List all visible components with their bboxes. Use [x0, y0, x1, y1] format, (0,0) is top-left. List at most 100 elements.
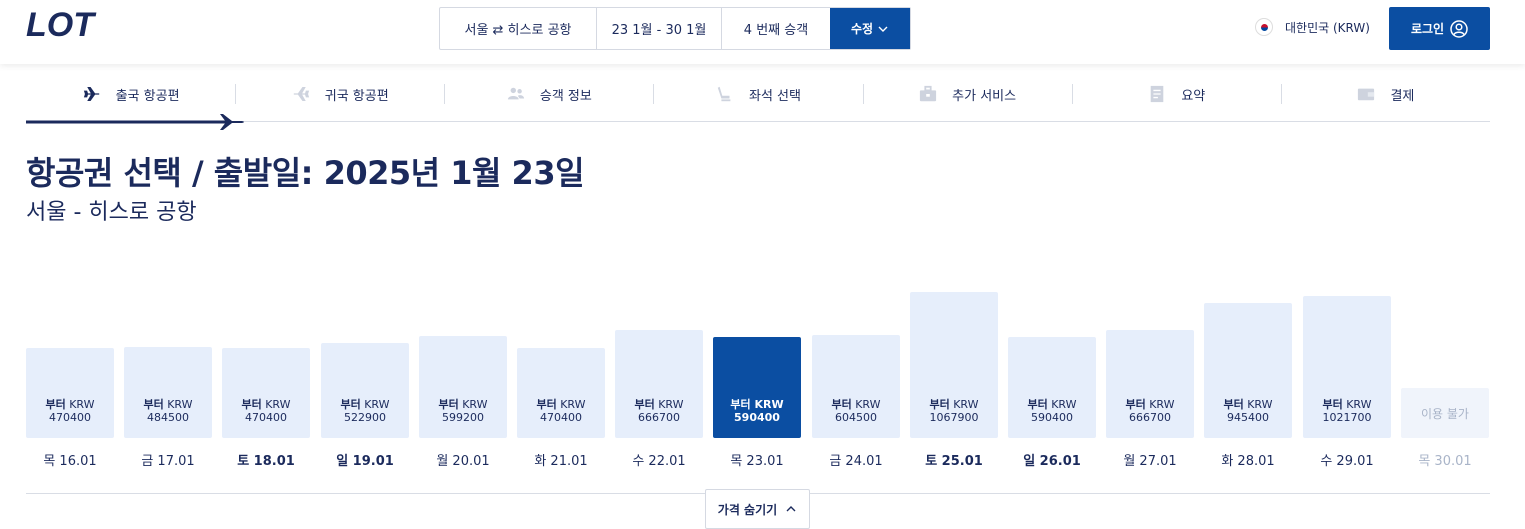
step-passengers: 승객 정보 — [444, 74, 653, 114]
day-date-label: 목 30.01 — [1418, 454, 1472, 469]
hide-prices-label: 가격 숨기기 — [717, 502, 778, 517]
from-currency-label: 부터 KRW — [831, 397, 881, 411]
step-progress-indicator — [26, 114, 244, 130]
price-value: 604500 — [835, 410, 877, 424]
from-currency-label: 부터 KRW — [929, 398, 979, 411]
price-day-bar[interactable]: 부터 KRW 599200 — [419, 335, 507, 438]
step-label: 결제 — [1390, 88, 1415, 104]
from-currency-label: 부터 KRW — [730, 397, 784, 411]
day-date-label: 월 20.01 — [436, 454, 490, 469]
chevron-up-icon — [786, 506, 796, 512]
unavailable-label: 이용 불가 — [1421, 406, 1469, 421]
price-day-bar[interactable]: 부터 KRW 1021700 — [1303, 296, 1391, 438]
day-date-label: 토 18.01 — [237, 454, 295, 469]
step-payment: 결제 — [1280, 74, 1490, 114]
from-currency-label: 부터 KRW — [438, 397, 488, 411]
page-title: 항공권 선택 / 출발일: 2025년 1월 23일 — [26, 154, 585, 192]
price-value: 1021700 — [1322, 410, 1372, 424]
from-currency-label: 부터 KRW — [1027, 397, 1077, 411]
briefcase-icon — [918, 84, 938, 104]
price-day-bar[interactable]: 부터 KRW 945400 — [1204, 303, 1292, 438]
user-icon — [1450, 19, 1468, 38]
price-day-bar: 이용 불가 — [1401, 388, 1489, 438]
seat-icon — [715, 84, 735, 104]
from-currency-label: 부터 KRW — [45, 398, 95, 411]
flight-search-summary: 서울 ⇄ 히스로 공항 23 1월 - 30 1월 4 번째 승객 수정 — [439, 7, 911, 50]
day-date-label: 월 27.01 — [1123, 454, 1177, 469]
price-value: 470400 — [49, 411, 91, 424]
step-extras: 추가 서비스 — [862, 74, 1072, 114]
step-return: 귀국 항공편 — [235, 74, 444, 114]
document-icon — [1147, 84, 1167, 104]
price-calendar: 부터 KRW 470400 목 16.01 부터 KRW 484500 금 17.01 부터… — [0, 240, 1525, 480]
step-seats: 좌석 선택 — [653, 74, 862, 114]
price-value: 1067900 — [929, 411, 979, 424]
people-icon — [506, 84, 526, 104]
login-label: 로그인 — [1410, 22, 1445, 36]
route-field[interactable]: 서울 ⇄ 히스로 공항 — [440, 8, 597, 49]
passengers-field[interactable]: 4 번째 승객 — [722, 8, 830, 49]
day-date-label: 일 19.01 — [336, 454, 394, 469]
step-label: 귀국 항공편 — [324, 88, 389, 104]
step-label: 승객 정보 — [539, 88, 592, 104]
plane-icon — [291, 84, 311, 104]
price-value: 522900 — [344, 410, 386, 424]
top-header: LOT 서울 ⇄ 히스로 공항 23 1월 - 30 1월 4 번째 승객 수정… — [0, 0, 1525, 64]
price-day-bar[interactable]: 부터 KRW 666700 — [615, 329, 703, 438]
day-date-label: 화 21.01 — [534, 454, 588, 469]
price-day-bar[interactable]: 부터 KRW 470400 — [517, 348, 605, 438]
day-date-label: 목 16.01 — [43, 454, 97, 469]
step-label: 추가 서비스 — [952, 88, 1017, 104]
from-currency-label: 부터 KRW — [536, 398, 586, 411]
locale-selector[interactable]: 대한민국 (KRW) — [1255, 18, 1370, 36]
wallet-icon — [1356, 84, 1376, 104]
price-day-bar[interactable]: 부터 KRW 484500 — [124, 346, 212, 438]
day-date-label: 목 23.01 — [730, 454, 784, 469]
from-currency-label: 부터 KRW — [143, 397, 193, 411]
login-button[interactable]: 로그인 — [1389, 7, 1490, 50]
step-summary: 요약 — [1071, 74, 1281, 114]
price-value: 666700 — [638, 410, 680, 424]
dates-field[interactable]: 23 1월 - 30 1월 — [597, 8, 722, 49]
from-currency-label: 부터 KRW — [340, 397, 390, 411]
plane-icon — [82, 84, 102, 104]
edit-label: 수정 — [850, 22, 874, 36]
korea-flag-icon — [1255, 18, 1273, 36]
day-date-label: 수 29.01 — [1320, 454, 1374, 469]
lot-logo[interactable]: LOT — [26, 8, 116, 40]
hide-prices-button[interactable]: 가격 숨기기 — [705, 489, 810, 529]
price-day-bar[interactable]: 부터 KRW 470400 — [222, 348, 310, 438]
svg-text:LOT: LOT — [26, 8, 97, 40]
step-label: 요약 — [1181, 88, 1206, 104]
page-subtitle: 서울 - 히스로 공항 — [26, 200, 197, 225]
from-currency-label: 부터 KRW — [1125, 397, 1175, 411]
day-date-label: 토 25.01 — [925, 454, 983, 469]
day-date-label: 금 17.01 — [141, 454, 195, 469]
price-value: 470400 — [540, 411, 582, 424]
price-day-bar[interactable]: 부터 KRW 522900 — [321, 343, 409, 438]
day-date-label: 일 26.01 — [1023, 454, 1081, 469]
day-date-label: 화 28.01 — [1221, 454, 1275, 469]
step-outbound[interactable]: 출국 항공편 — [26, 74, 235, 114]
from-currency-label: 부터 KRW — [634, 397, 684, 411]
price-day-bar[interactable]: 부터 KRW 590400 — [1008, 336, 1096, 438]
price-day-bar[interactable]: 부터 KRW 666700 — [1106, 329, 1194, 438]
price-day-bar[interactable]: 부터 KRW 470400 — [26, 348, 114, 438]
price-value: 590400 — [734, 410, 780, 424]
price-day-bar[interactable]: 부터 KRW 1067900 — [910, 292, 998, 438]
price-value: 484500 — [147, 410, 189, 424]
price-day-bar[interactable]: 부터 KRW 590400 — [713, 336, 801, 438]
chevron-down-icon — [878, 26, 888, 32]
from-currency-label: 부터 KRW — [1322, 397, 1372, 411]
price-value: 666700 — [1129, 410, 1171, 424]
price-value: 470400 — [245, 411, 287, 424]
step-label: 좌석 선택 — [749, 88, 801, 104]
edit-search-button[interactable]: 수정 — [830, 8, 910, 49]
price-day-bar[interactable]: 부터 KRW 604500 — [812, 335, 900, 438]
price-value: 945400 — [1227, 410, 1269, 424]
from-currency-label: 부터 KRW — [241, 398, 291, 411]
price-value: 599200 — [442, 410, 484, 424]
price-value: 590400 — [1031, 410, 1073, 424]
step-label: 출국 항공편 — [115, 88, 180, 104]
day-date-label: 금 24.01 — [829, 454, 883, 469]
